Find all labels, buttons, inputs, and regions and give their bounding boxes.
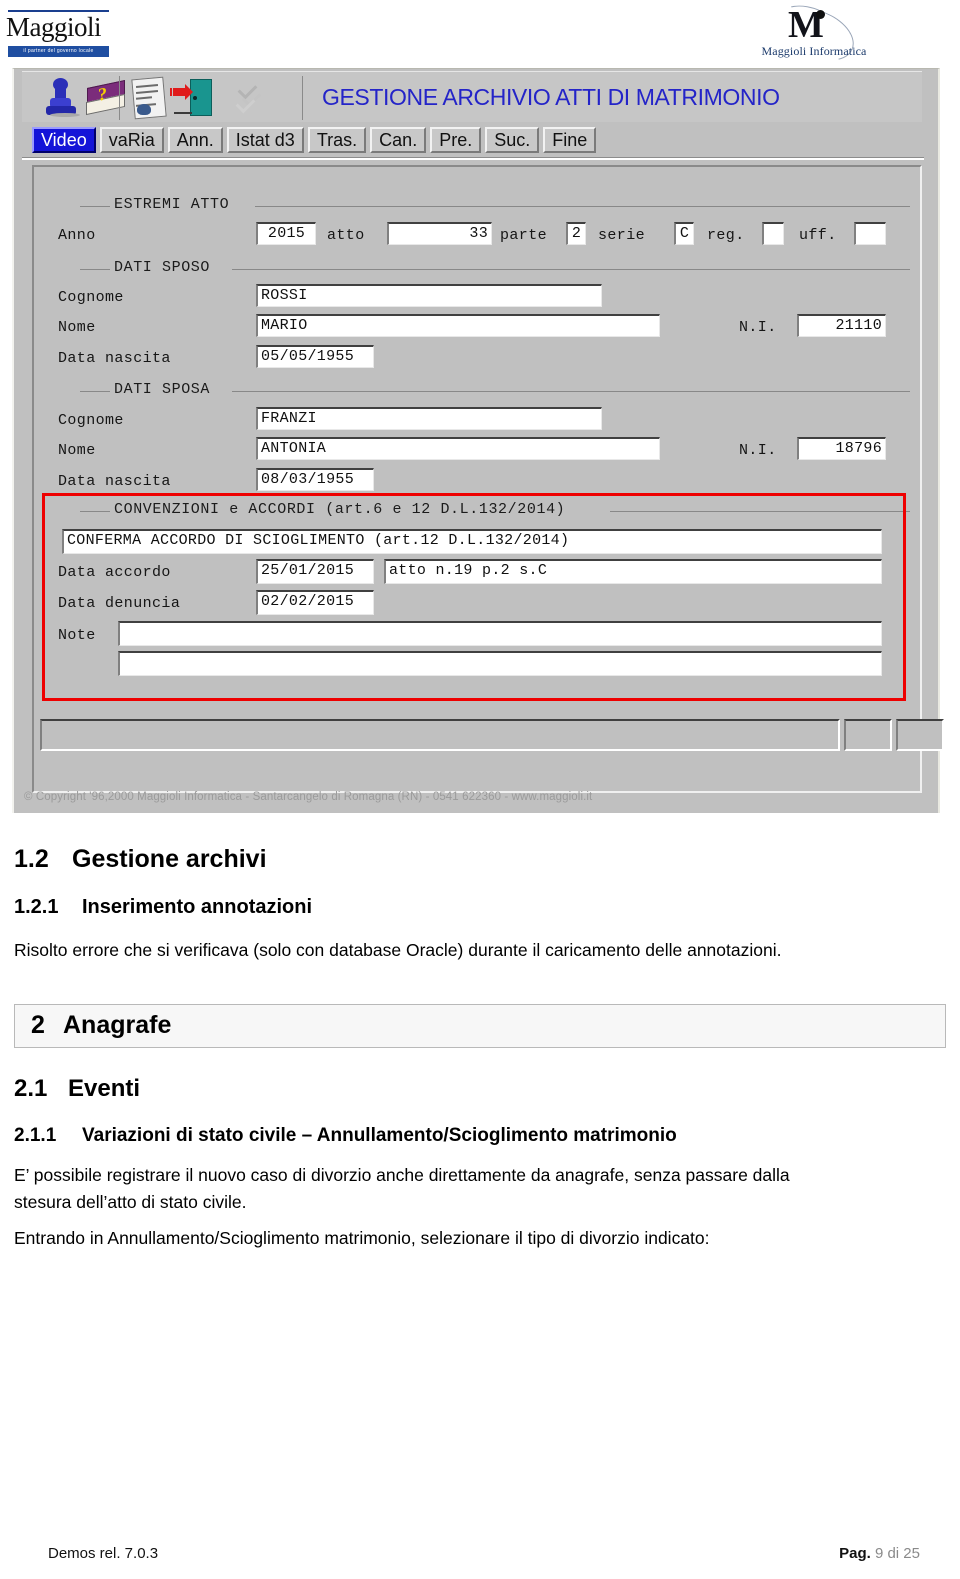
label-reg: reg. — [707, 227, 745, 244]
menu-button-suc[interactable]: Suc. — [485, 127, 540, 153]
group-dati-sposo: DATI SPOSO — [80, 259, 910, 276]
status-panel-2[interactable] — [844, 719, 892, 751]
label-data-accordo: Data accordo — [58, 564, 171, 581]
label-sposo-data-nascita: Data nascita — [58, 350, 171, 367]
label-data-denuncia: Data denuncia — [58, 595, 181, 612]
heading-1-2-1-title: Inserimento annotazioni — [82, 896, 313, 918]
monogram-dot-icon — [816, 10, 825, 19]
menu-button-fine[interactable]: Fine — [543, 127, 597, 153]
menu-button-ann[interactable]: Ann. — [167, 127, 223, 153]
form-panel: ESTREMI ATTO Anno 2015 atto 33 parte 2 s… — [32, 165, 944, 793]
pawn-icon[interactable] — [40, 76, 84, 118]
menu-button-video[interactable]: Video — [32, 127, 96, 153]
toolbar-separator — [119, 76, 120, 120]
chapter-2-number: 2 — [31, 1011, 45, 1039]
group-legend-estremi-atto: ESTREMI ATTO — [114, 196, 230, 213]
paragraph-2-1-1-line-2: stesura dell’atto di stato civile. — [14, 1192, 247, 1212]
menu-button-varia[interactable]: vaRia — [99, 127, 164, 153]
group-legend-convenzioni: CONVENZIONI e ACCORDI (art.6 e 12 D.L.13… — [114, 501, 566, 518]
status-panel-3[interactable] — [896, 719, 944, 751]
input-sposo-data-nascita[interactable]: 05/05/1955 — [256, 345, 374, 368]
heading-1-2-1-number: 1.2.1 — [14, 896, 59, 918]
input-note-line-1[interactable] — [118, 621, 882, 646]
menu-divider — [22, 157, 924, 160]
label-parte: parte — [500, 227, 548, 244]
label-sposa-ni: N.I. — [739, 442, 777, 459]
input-sposo-cognome[interactable]: ROSSI — [256, 284, 602, 307]
maggioli-tagline: il partner del governo locale — [8, 46, 109, 57]
input-sposa-nome[interactable]: ANTONIA — [256, 437, 660, 460]
app-copyright: © Copyright '96,2000 Maggioli Informatic… — [24, 791, 593, 803]
group-legend-dati-sposa: DATI SPOSA — [114, 381, 211, 398]
maggioli-logo: Maggioli il partner del governo locale — [6, 10, 111, 60]
input-atto[interactable]: 33 — [387, 222, 492, 245]
input-uff[interactable] — [854, 222, 886, 245]
input-sposa-data-nascita[interactable]: 08/03/1955 — [256, 468, 374, 491]
input-sposo-nome[interactable]: MARIO — [256, 314, 660, 337]
group-estremi-atto: ESTREMI ATTO — [80, 196, 910, 213]
page-header: Maggioli il partner del governo locale M… — [0, 0, 960, 71]
label-serie: serie — [598, 227, 646, 244]
label-sposa-cognome: Cognome — [58, 412, 124, 429]
label-uff: uff. — [799, 227, 837, 244]
toolbar-separator-2 — [302, 76, 303, 120]
input-sposo-ni[interactable]: 21110 — [797, 314, 886, 337]
menu-button-tras[interactable]: Tras. — [307, 127, 367, 153]
group-dati-sposa: DATI SPOSA — [80, 381, 910, 398]
input-atto-riferimento[interactable]: atto n.19 p.2 s.C — [384, 559, 882, 584]
informatica-name: Maggioli Informatica — [761, 44, 867, 58]
input-serie[interactable]: C — [674, 222, 694, 245]
input-parte[interactable]: 2 — [566, 222, 586, 245]
help-book-icon[interactable]: ? — [84, 76, 128, 118]
menu-button-pre[interactable]: Pre. — [430, 127, 482, 153]
label-atto: atto — [327, 227, 365, 244]
maggioli-informatica-logo: M Maggioli Informatica — [754, 0, 874, 71]
heading-1-2-number: 1.2 — [14, 845, 49, 873]
input-anno[interactable]: 2015 — [256, 222, 316, 245]
label-sposa-data-nascita: Data nascita — [58, 473, 171, 490]
status-panel-1[interactable] — [40, 719, 840, 751]
footer-release: Demos rel. 7.0.3 — [48, 1545, 159, 1562]
heading-2-1-title: Eventi — [68, 1075, 141, 1102]
footer-page: Pag. 9 di 25 — [839, 1545, 920, 1562]
label-sposo-nome: Nome — [58, 319, 96, 336]
checkmarks-icon[interactable] — [227, 76, 271, 118]
group-legend-dati-sposo: DATI SPOSO — [114, 259, 211, 276]
paragraph-1-2-1: Risolto errore che si verificava (solo c… — [14, 940, 782, 960]
application-window: ? GESTIONE ARCHIVIO ATTI DI MATRIMONIO V… — [12, 68, 944, 813]
chapter-2-title: Anagrafe — [63, 1011, 172, 1039]
input-reg[interactable] — [762, 222, 784, 245]
label-sposo-ni: N.I. — [739, 319, 777, 336]
menu-button-row: Video vaRia Ann. Istat d3 Tras. Can. Pre. Suc. F… — [32, 127, 600, 155]
input-note-line-2[interactable] — [118, 651, 882, 676]
heading-2-1-number: 2.1 — [14, 1075, 48, 1102]
paragraph-2-1-1-line-3: Entrando in Annullamento/Scioglimento ma… — [14, 1228, 710, 1248]
input-data-denuncia[interactable]: 02/02/2015 — [256, 590, 374, 615]
paragraph-2-1-1-line-1: E’ possibile registrare il nuovo caso di… — [14, 1165, 790, 1185]
app-toolbar: ? GESTIONE ARCHIVIO ATTI DI MATRIMONIO — [22, 71, 922, 122]
label-note: Note — [58, 627, 96, 644]
input-tipo-convenzione[interactable]: CONFERMA ACCORDO DI SCIOGLIMENTO (art.12… — [62, 529, 882, 554]
menu-button-istat-d3[interactable]: Istat d3 — [226, 127, 304, 153]
footer-page-label: Pag. — [839, 1545, 871, 1562]
label-sposo-cognome: Cognome — [58, 289, 124, 306]
heading-2-1-1-title: Variazioni di stato civile – Annullament… — [82, 1125, 677, 1146]
chapter-2-banner: 2 Anagrafe — [14, 1004, 946, 1048]
footer-page-value: 9 di 25 — [874, 1545, 920, 1562]
input-sposa-ni[interactable]: 18796 — [797, 437, 886, 460]
exit-door-icon[interactable] — [170, 76, 214, 118]
maggioli-wordmark: Maggioli — [6, 12, 102, 42]
menu-button-can[interactable]: Can. — [370, 127, 427, 153]
input-sposa-cognome[interactable]: FRANZI — [256, 407, 602, 430]
app-title: GESTIONE ARCHIVIO ATTI DI MATRIMONIO — [322, 84, 780, 110]
heading-1-2-title: Gestione archivi — [72, 845, 267, 873]
input-data-accordo[interactable]: 25/01/2015 — [256, 559, 374, 584]
group-convenzioni: CONVENZIONI e ACCORDI (art.6 e 12 D.L.13… — [80, 501, 910, 518]
label-sposa-nome: Nome — [58, 442, 96, 459]
heading-2-1-1-number: 2.1.1 — [14, 1125, 57, 1146]
document-list-icon[interactable] — [127, 76, 171, 120]
label-anno: Anno — [58, 227, 96, 244]
